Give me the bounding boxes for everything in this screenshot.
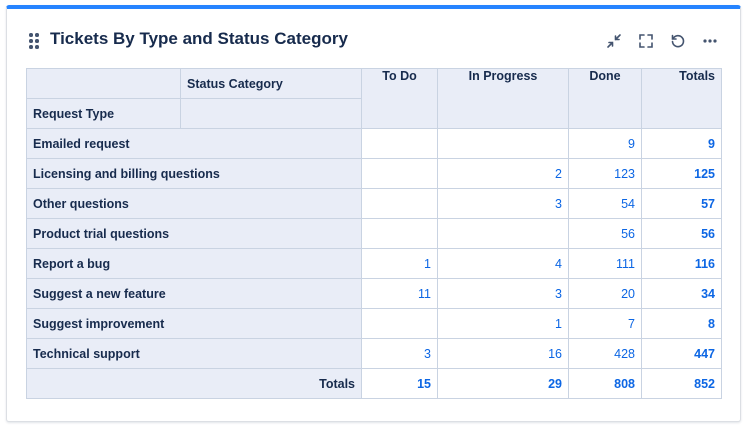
- total-done[interactable]: 808: [568, 368, 642, 399]
- corner-cell: [26, 68, 181, 99]
- cell-todo: [361, 158, 438, 189]
- cell-done[interactable]: 20: [568, 278, 642, 309]
- totals-row: Totals 15 29 808 852: [26, 368, 722, 399]
- table-row: Licensing and billing questions 2 123 125: [26, 158, 722, 189]
- table-row: Technical support 3 16 428 447: [26, 338, 722, 369]
- cell-total[interactable]: 116: [641, 248, 722, 279]
- table-row: Suggest improvement 1 7 8: [26, 308, 722, 339]
- row-label: Other questions: [26, 188, 362, 219]
- header-filler: [180, 98, 362, 129]
- cell-todo: [361, 188, 438, 219]
- cell-done[interactable]: 9: [568, 128, 642, 159]
- column-header-label: Status Category: [180, 68, 362, 99]
- cell-inprogress[interactable]: 1: [437, 308, 569, 339]
- col-header-done: Done: [568, 68, 642, 129]
- row-label: Suggest a new feature: [26, 278, 362, 309]
- cell-inprogress[interactable]: 3: [437, 278, 569, 309]
- cell-inprogress[interactable]: 3: [437, 188, 569, 219]
- table-row: Emailed request 9 9: [26, 128, 722, 159]
- refresh-button[interactable]: [666, 29, 690, 53]
- drag-handle-icon[interactable]: [29, 33, 41, 49]
- row-label: Technical support: [26, 338, 362, 369]
- cell-done[interactable]: 54: [568, 188, 642, 219]
- cell-done[interactable]: 56: [568, 218, 642, 249]
- total-todo[interactable]: 15: [361, 368, 438, 399]
- row-label: Product trial questions: [26, 218, 362, 249]
- cell-total[interactable]: 9: [641, 128, 722, 159]
- cell-total[interactable]: 8: [641, 308, 722, 339]
- cell-todo: [361, 218, 438, 249]
- cell-done[interactable]: 428: [568, 338, 642, 369]
- row-label: Report a bug: [26, 248, 362, 279]
- row-label: Licensing and billing questions: [26, 158, 362, 189]
- grand-total[interactable]: 852: [641, 368, 722, 399]
- cell-total[interactable]: 447: [641, 338, 722, 369]
- row-label: Suggest improvement: [26, 308, 362, 339]
- pivot-table: Status Category To Do In Progress Done T…: [26, 68, 722, 399]
- totals-label: Totals: [26, 368, 362, 399]
- cell-todo[interactable]: 11: [361, 278, 438, 309]
- gadget-actions: [602, 29, 722, 53]
- gadget-header: Tickets By Type and Status Category: [7, 9, 740, 69]
- cell-done[interactable]: 111: [568, 248, 642, 279]
- cell-todo[interactable]: 1: [361, 248, 438, 279]
- cell-total[interactable]: 56: [641, 218, 722, 249]
- gadget-card: Tickets By Type and Status Category Stat…: [6, 5, 741, 422]
- refresh-icon: [671, 34, 685, 48]
- cell-total[interactable]: 34: [641, 278, 722, 309]
- table-row: Report a bug 1 4 111 116: [26, 248, 722, 279]
- col-header-totals: Totals: [641, 68, 722, 129]
- cell-total[interactable]: 57: [641, 188, 722, 219]
- gadget-title: Tickets By Type and Status Category: [50, 29, 348, 48]
- table-body: Emailed request 9 9 Licensing and billing q…: [26, 128, 722, 369]
- more-button[interactable]: [698, 29, 722, 53]
- row-header-label: Request Type: [26, 98, 181, 129]
- cell-total[interactable]: 125: [641, 158, 722, 189]
- cell-inprogress[interactable]: 4: [437, 248, 569, 279]
- table-row: Suggest a new feature 11 3 20 34: [26, 278, 722, 309]
- fullscreen-button[interactable]: [634, 29, 658, 53]
- cell-inprogress[interactable]: 16: [437, 338, 569, 369]
- table-row: Other questions 3 54 57: [26, 188, 722, 219]
- row-label: Emailed request: [26, 128, 362, 159]
- fullscreen-icon: [639, 34, 653, 48]
- cell-inprogress: [437, 218, 569, 249]
- cell-todo[interactable]: 3: [361, 338, 438, 369]
- total-inprogress[interactable]: 29: [437, 368, 569, 399]
- cell-todo: [361, 308, 438, 339]
- cell-done[interactable]: 123: [568, 158, 642, 189]
- minimize-button[interactable]: [602, 29, 626, 53]
- minimize-icon: [607, 34, 621, 48]
- cell-inprogress[interactable]: 2: [437, 158, 569, 189]
- table-row: Product trial questions 56 56: [26, 218, 722, 249]
- cell-todo: [361, 128, 438, 159]
- col-header-inprogress: In Progress: [437, 68, 569, 129]
- cell-done[interactable]: 7: [568, 308, 642, 339]
- more-icon: [703, 39, 717, 43]
- cell-inprogress: [437, 128, 569, 159]
- col-header-todo: To Do: [361, 68, 438, 129]
